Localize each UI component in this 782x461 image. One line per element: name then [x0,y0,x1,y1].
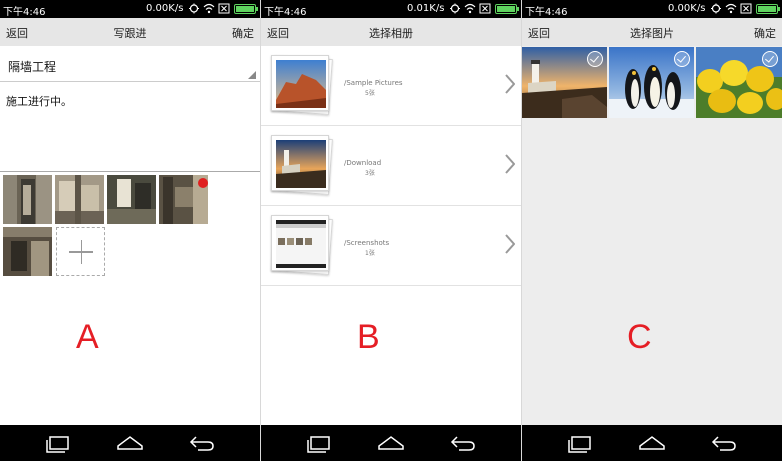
attached-photo[interactable] [107,175,156,224]
home-icon[interactable] [377,433,405,453]
status-bar: 下午4:46 0.01K/s [261,0,521,18]
recent-apps-icon[interactable] [305,433,333,453]
album-cover [269,53,333,115]
battery-icon [234,4,258,14]
photo-tile-penguins[interactable] [609,47,694,118]
top-bar: 返回 写跟进 确定 [0,18,260,46]
photo-tile-lighthouse[interactable] [522,47,607,118]
album-name: /Download [344,159,382,167]
photo-tile-tulips[interactable] [696,47,782,118]
chevron-right-icon [505,154,515,174]
selected-checkmark-icon[interactable] [587,51,603,67]
album-row-download[interactable]: /Download 3张 [261,126,521,206]
no-sim-icon [218,3,230,14]
sync-icon [711,3,721,14]
chevron-right-icon [505,234,515,254]
album-cover [269,133,333,195]
network-speed: 0.01K/s [407,3,445,14]
navigation-bar [261,425,521,461]
back-icon[interactable] [188,433,216,453]
status-time: 下午4:46 [264,7,307,18]
network-speed: 0.00K/s [668,3,706,14]
navigation-bar [522,425,782,461]
status-time: 下午4:46 [3,7,46,18]
album-count: 5张 [365,90,375,97]
album-count: 1张 [365,250,375,257]
navigation-bar [0,425,260,461]
no-sim-icon [740,3,752,14]
wifi-icon [203,3,215,14]
back-icon[interactable] [710,433,738,453]
no-sim-icon [479,3,491,14]
selected-checkmark-icon[interactable] [762,51,778,67]
panel-label: C [627,318,652,356]
back-icon[interactable] [449,433,477,453]
top-bar: 返回 选择相册 [261,18,521,46]
battery-icon [756,4,780,14]
wifi-icon [464,3,476,14]
page-title: 写跟进 [113,27,147,40]
attached-photo[interactable] [55,175,104,224]
wifi-icon [725,3,737,14]
status-bar: 下午4:46 0.00K/s [0,0,260,18]
followup-text-input[interactable]: 施工进行中。 [6,93,72,109]
attached-photo[interactable] [159,175,208,224]
album-row-screenshots[interactable]: /Screenshots 1张 [261,206,521,286]
home-icon[interactable] [638,433,666,453]
panel-label: A [76,318,99,356]
home-icon[interactable] [116,433,144,453]
sync-icon [450,3,460,14]
project-dropdown-value: 隔墙工程 [8,60,57,74]
confirm-button[interactable]: 确定 [232,25,254,41]
selected-checkmark-icon[interactable] [674,51,690,67]
page-title: 选择图片 [630,27,674,40]
album-row-sample-pictures[interactable]: /Sample Pictures 5张 [261,46,521,126]
recent-apps-icon[interactable] [566,433,594,453]
panel-label: B [357,318,380,356]
network-speed: 0.00K/s [146,3,184,14]
battery-icon [495,4,519,14]
top-bar: 返回 选择图片 确定 [522,18,782,46]
page-title: 选择相册 [369,27,413,40]
panel-select-album: 下午4:46 0.01K/s 返回 选择相册 /Sample Pictures … [261,0,521,461]
status-bar: 下午4:46 0.00K/s [522,0,782,18]
attached-photo[interactable] [3,227,52,276]
album-name: /Screenshots [344,239,390,247]
album-name: /Sample Pictures [344,79,403,87]
album-cover [269,213,333,275]
album-count: 3张 [365,170,375,177]
attached-photo[interactable] [3,175,52,224]
sync-icon [189,3,199,14]
recent-apps-icon[interactable] [44,433,72,453]
dropdown-corner-icon [248,71,256,79]
add-photo-button[interactable] [56,227,105,276]
confirm-button[interactable]: 确定 [754,25,776,41]
project-dropdown[interactable]: 隔墙工程 [0,50,260,82]
panel-write-followup: 下午4:46 0.00K/s 返回 写跟进 确定 隔墙工程 施工进行中。 A [0,0,260,461]
panel-select-photos: 下午4:46 0.00K/s 返回 选择图片 确定 C [522,0,782,461]
status-time: 下午4:46 [525,7,568,18]
input-divider [0,171,260,172]
chevron-right-icon [505,74,515,94]
